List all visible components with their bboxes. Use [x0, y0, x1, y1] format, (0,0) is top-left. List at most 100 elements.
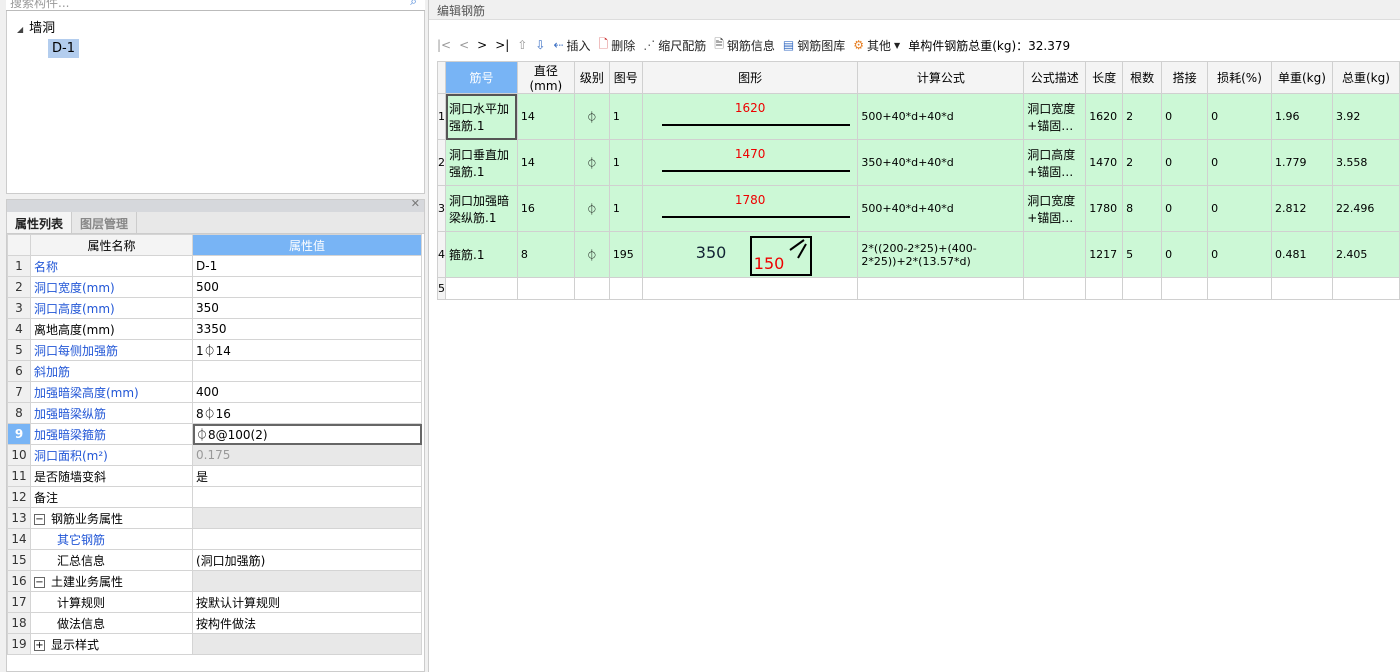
row-number[interactable]: 5 — [437, 277, 446, 300]
search-icon[interactable]: ⌕ — [410, 0, 417, 9]
cell-lap[interactable]: 0 — [1161, 93, 1209, 140]
cell-fig[interactable]: 1 — [608, 93, 643, 140]
property-row[interactable]: 11 是否随墙变斜 是 — [7, 465, 422, 487]
empty-cell[interactable] — [1122, 277, 1163, 300]
cell-desc[interactable] — [1023, 231, 1087, 278]
column-header[interactable]: 长度 — [1085, 61, 1124, 94]
property-row[interactable]: 19 + 显示样式 — [7, 633, 422, 655]
row-number[interactable]: 2 — [437, 139, 446, 186]
cell-lap[interactable]: 0 — [1161, 231, 1209, 278]
empty-cell[interactable] — [445, 277, 518, 300]
next-record-button[interactable]: > — [477, 38, 487, 52]
empty-cell[interactable] — [1161, 277, 1209, 300]
tab-layer-management[interactable]: 图层管理 — [72, 212, 138, 233]
column-header[interactable]: 筋号 — [445, 61, 518, 94]
shape-length-label[interactable]: 1620 — [646, 101, 855, 115]
cell-desc[interactable]: 洞口宽度+锚固… — [1023, 93, 1087, 140]
empty-cell[interactable] — [1270, 277, 1333, 300]
cell-dia[interactable]: 16 — [516, 185, 575, 232]
rebar-row[interactable]: 2 洞口垂直加强筋.1 14 ⏀ 1 1470 350+40*d+40*d 洞口高度+锚固… 1… — [437, 139, 1400, 186]
property-row[interactable]: 14 其它钢筋 — [7, 528, 422, 550]
move-up-icon[interactable]: ⇧ — [517, 38, 527, 52]
column-header[interactable]: 根数 — [1122, 61, 1163, 94]
property-row[interactable]: 15 汇总信息 (洞口加强筋) — [7, 549, 422, 571]
cell-total[interactable]: 2.405 — [1331, 231, 1400, 278]
cell-dia[interactable]: 8 — [516, 231, 575, 278]
empty-cell[interactable] — [516, 277, 575, 300]
row-number[interactable]: 3 — [437, 185, 446, 232]
other-dropdown[interactable]: ⚙ 其他 ▼ — [853, 37, 900, 54]
prev-record-button[interactable]: < — [459, 38, 469, 52]
cell-name[interactable]: 洞口水平加强筋.1 — [445, 93, 518, 140]
move-down-icon[interactable]: ⇩ — [535, 38, 545, 52]
property-row[interactable]: 2 洞口宽度(mm) 500 — [7, 276, 422, 298]
cell-name[interactable]: 洞口加强暗梁纵筋.1 — [445, 185, 518, 232]
property-row[interactable]: 9 加强暗梁箍筋 ⏀8@100(2) — [7, 423, 422, 445]
row-number[interactable]: 1 — [437, 93, 446, 140]
empty-cell[interactable] — [573, 277, 610, 300]
row-number[interactable]: 4 — [437, 231, 446, 278]
property-row[interactable]: 6 斜加筋 — [7, 360, 422, 382]
property-row[interactable]: 13− 钢筋业务属性 — [7, 507, 422, 529]
property-row[interactable]: 17 计算规则 按默认计算规则 — [7, 591, 422, 613]
property-row[interactable]: 10 洞口面积(m²) 0.175 — [7, 444, 422, 466]
cell-total[interactable]: 3.558 — [1331, 139, 1400, 186]
column-header[interactable]: 损耗(%) — [1207, 61, 1272, 94]
column-header[interactable]: 级别 — [573, 61, 610, 94]
property-value[interactable]: 3350 — [192, 318, 422, 340]
empty-cell[interactable] — [1331, 277, 1400, 300]
scale-rebar-button[interactable]: ⋰ 缩尺配筋 — [643, 37, 706, 54]
rebar-row[interactable]: 1 洞口水平加强筋.1 14 ⏀ 1 1620 500+40*d+40*d 洞口宽度+锚固… 1… — [437, 93, 1400, 140]
delete-button[interactable]: 🗋 删除 — [599, 35, 636, 56]
column-header[interactable]: 图号 — [608, 61, 643, 94]
cell-fig[interactable]: 195 — [608, 231, 643, 278]
empty-cell[interactable] — [857, 277, 1025, 300]
cell-formula[interactable]: 500+40*d+40*d — [857, 185, 1025, 232]
cell-formula[interactable]: 2*((200-2*25)+(400-2*25))+2*(13.57*d) — [857, 231, 1025, 278]
expand-triangle-icon[interactable]: ◢ — [17, 25, 23, 34]
shape-length-label[interactable]: 1780 — [646, 193, 855, 207]
cell-count[interactable]: 8 — [1122, 185, 1163, 232]
property-value[interactable]: D-1 — [192, 255, 422, 277]
empty-cell[interactable] — [1023, 277, 1087, 300]
tree-node-d1[interactable]: D-1 — [48, 39, 79, 58]
cell-loss[interactable]: 0 — [1207, 93, 1272, 140]
column-header[interactable]: 总重(kg) — [1331, 61, 1400, 94]
search-input[interactable]: 搜索构件... ⌕ — [6, 0, 425, 11]
tab-property-list[interactable]: 属性列表 — [7, 212, 73, 233]
stirrup-height-label[interactable]: 350 — [696, 243, 727, 262]
shape-cell[interactable]: 1470 — [641, 139, 859, 186]
cell-count[interactable]: 5 — [1122, 231, 1163, 278]
first-record-button[interactable]: |< — [437, 38, 451, 52]
shape-cell[interactable]: 1780 — [641, 185, 859, 232]
property-value[interactable]: 8⏀16 — [192, 402, 422, 424]
expand-icon[interactable]: + — [34, 639, 45, 651]
empty-cell[interactable] — [1085, 277, 1124, 300]
property-value[interactable]: 400 — [192, 381, 422, 403]
property-row[interactable]: 5 洞口每侧加强筋 1⏀14 — [7, 339, 422, 361]
rebar-row[interactable]: 3 洞口加强暗梁纵筋.1 16 ⏀ 1 1780 500+40*d+40*d 洞口宽度+锚固…… — [437, 185, 1400, 232]
property-row[interactable]: 7 加强暗梁高度(mm) 400 — [7, 381, 422, 403]
cell-total[interactable]: 22.496 — [1331, 185, 1400, 232]
cell-dia[interactable]: 14 — [516, 93, 575, 140]
column-header[interactable]: 公式描述 — [1023, 61, 1087, 94]
column-header[interactable]: 单重(kg) — [1270, 61, 1333, 94]
cell-fig[interactable]: 1 — [608, 185, 643, 232]
property-value[interactable]: 按构件做法 — [192, 612, 422, 634]
cell-dia[interactable]: 14 — [516, 139, 575, 186]
cell-grade[interactable]: ⏀ — [573, 231, 610, 278]
cell-name[interactable]: 洞口垂直加强筋.1 — [445, 139, 518, 186]
cell-name[interactable]: 箍筋.1 — [445, 231, 518, 278]
property-row[interactable]: 3 洞口高度(mm) 350 — [7, 297, 422, 319]
property-value[interactable]: (洞口加强筋) — [192, 549, 422, 571]
cell-len[interactable]: 1217 — [1085, 231, 1124, 278]
cell-len[interactable]: 1470 — [1085, 139, 1124, 186]
cell-grade[interactable]: ⏀ — [573, 139, 610, 186]
cell-desc[interactable]: 洞口宽度+锚固… — [1023, 185, 1087, 232]
rebar-info-button[interactable]: 🗎 钢筋信息 — [714, 35, 775, 56]
property-value[interactable]: ⏀8@100(2) — [192, 423, 422, 445]
collapse-icon[interactable]: − — [34, 576, 45, 588]
shape-cell[interactable]: 1620 — [641, 93, 859, 140]
column-header[interactable]: 计算公式 — [857, 61, 1025, 94]
rebar-row[interactable]: 4 箍筋.1 8 ⏀ 195 350 150 2*((200-2*25)+(400-2*25)… — [437, 231, 1400, 278]
